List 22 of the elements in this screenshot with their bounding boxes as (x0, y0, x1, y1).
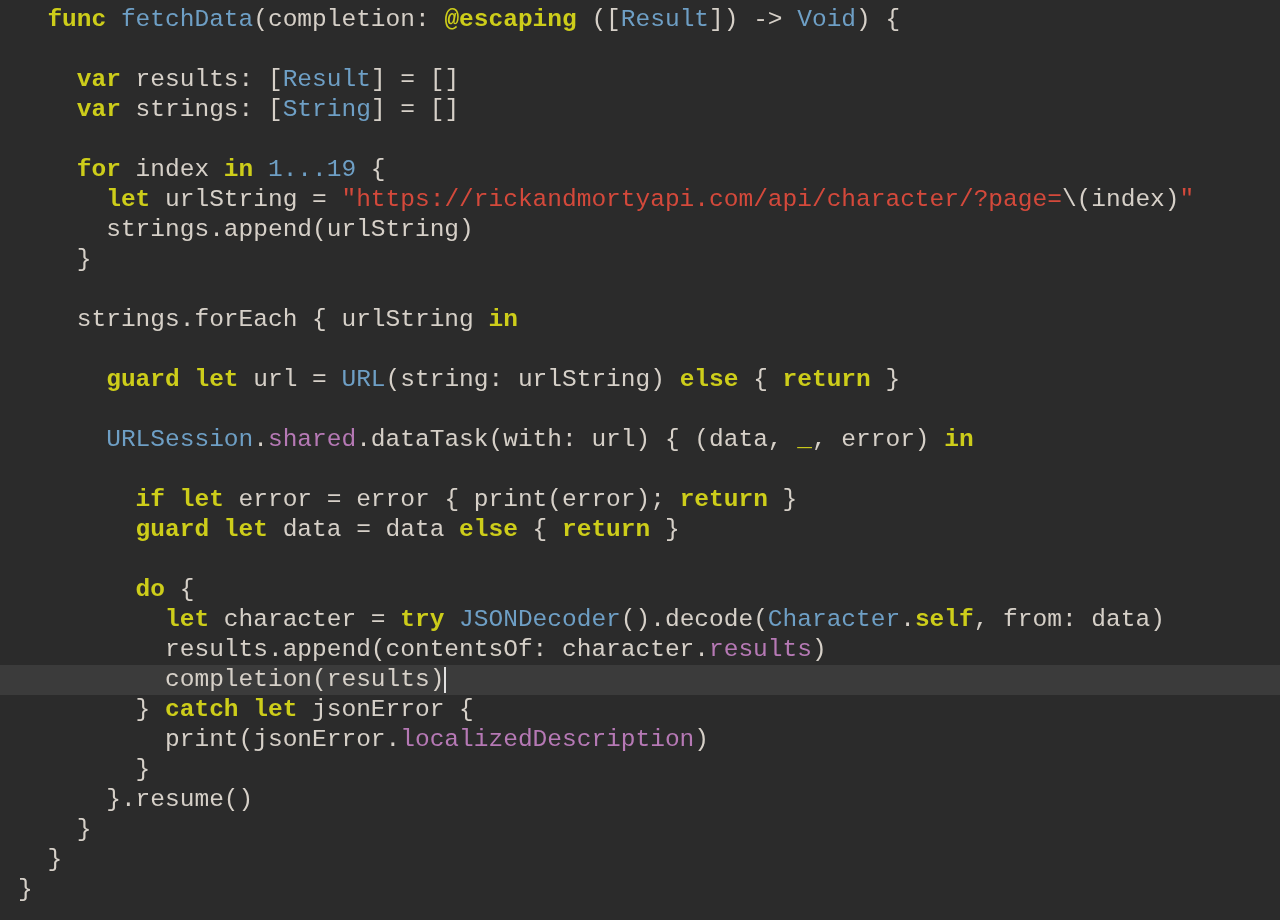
code-line: } (134, 755, 152, 785)
code-line: URLSession.shared.dataTask(with: url) { (data, _, error) in (105, 425, 975, 455)
code-line: strings.forEach { urlString in (75, 305, 519, 335)
code-line: var results: [Result] = [] (75, 65, 461, 95)
code-line: } (17, 875, 34, 905)
code-line: }.resume() (105, 785, 255, 815)
code-line: let character = try JSONDecoder().decode(Character.self, from: data) (164, 605, 1166, 635)
code-line: } (75, 245, 93, 275)
code-line: let urlString = "https://rickandmortyapi.com/api/character/?page=\(index)" (105, 185, 1196, 215)
code-line: } (46, 845, 64, 875)
code-line: print(jsonError.localizedDescription) (164, 725, 711, 755)
code-line: var strings: [String] = [] (75, 95, 461, 125)
code-line: if let error = error { print(error); return } (134, 485, 799, 515)
code-line: } catch let jsonError { (134, 695, 475, 725)
code-line: strings.append(urlString) (105, 215, 475, 245)
code-line: results.append(contentsOf: character.results) (164, 635, 828, 665)
code-line: for index in 1...19 { (75, 155, 387, 185)
code-line: guard let url = URL(string: urlString) else { return } (105, 365, 902, 395)
code-line: do { (134, 575, 196, 605)
code-line: } (75, 815, 93, 845)
code-line: func fetchData(completion: @escaping ([Result]) -> Void) { (46, 5, 902, 35)
code-line: guard let data = data else { return } (134, 515, 681, 545)
